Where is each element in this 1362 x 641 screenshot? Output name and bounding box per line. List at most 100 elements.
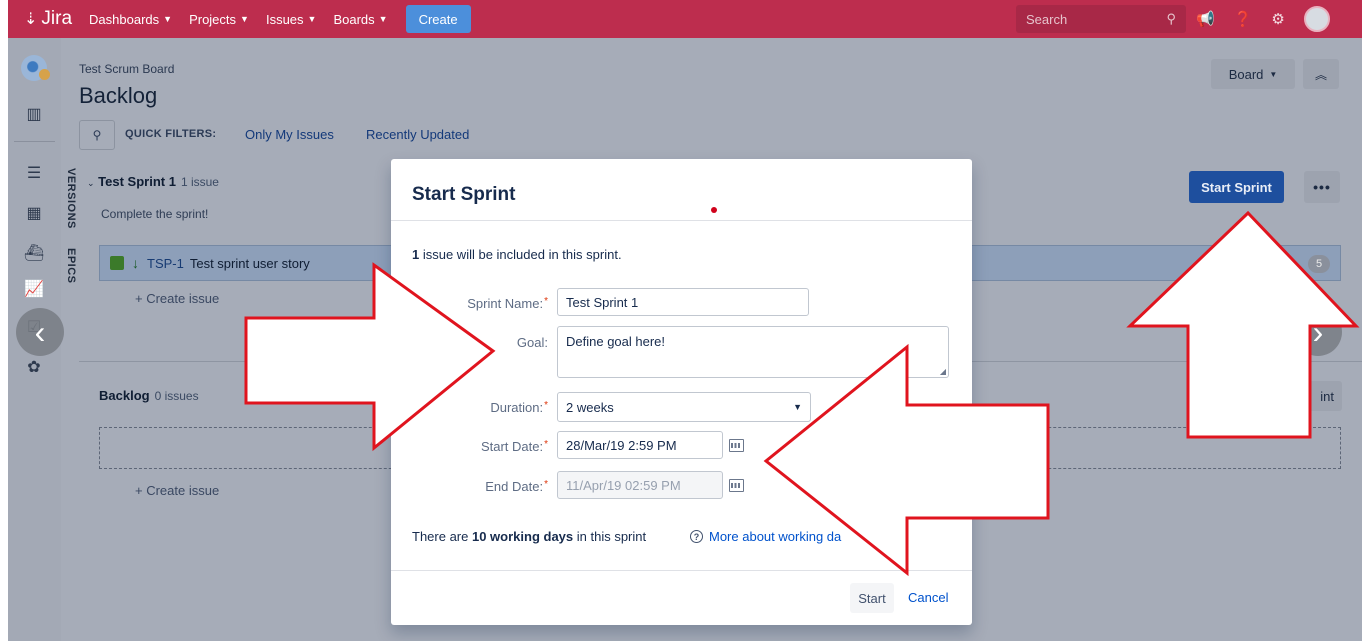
start-button[interactable]: Start <box>850 583 894 613</box>
working-days-text: There are 10 working days in this sprint <box>412 529 646 544</box>
start-sprint-button[interactable]: Start Sprint <box>1189 171 1284 203</box>
goal-value: Define goal here! <box>566 334 666 349</box>
question-icon: ? <box>690 530 703 543</box>
rail-divider <box>14 141 55 142</box>
sprint-name-field[interactable]: Test Sprint 1 <box>557 288 809 316</box>
versions-tab[interactable]: VERSIONS <box>61 168 77 229</box>
jira-logo-icon: ⇣ <box>24 11 38 28</box>
search-input[interactable]: Search ⚲ <box>1016 5 1186 33</box>
start-sprint-dialog: Start Sprint 1 issue will be included in… <box>391 159 972 625</box>
chevron-down-icon: ▼ <box>240 14 249 24</box>
start-date-field[interactable]: 28/Mar/19 2:59 PM <box>557 431 723 459</box>
top-navigation: ⇣ Jira Dashboards ▼ Projects ▼ Issues ▼ … <box>0 0 1362 38</box>
cursor-dot <box>711 207 717 213</box>
cancel-link[interactable]: Cancel <box>908 590 948 605</box>
carousel-prev-button[interactable]: ‹ <box>16 308 64 356</box>
search-icon: ⚲ <box>92 128 102 142</box>
releases-icon[interactable]: ⛴ <box>23 242 45 264</box>
backlog-header[interactable]: Backlog 0 issues <box>99 388 199 403</box>
working-prefix: There are <box>412 529 472 544</box>
backlog-icon[interactable]: ☰ <box>23 162 45 184</box>
page-title: Backlog <box>79 83 158 108</box>
filter-recently-updated[interactable]: Recently Updated <box>366 127 469 142</box>
sprint-header[interactable]: ⌄ Test Sprint 1 1 issue <box>87 174 219 189</box>
sprint-issue-count: 1 issue <box>180 175 219 189</box>
backlog-issue-count: 0 issues <box>154 389 199 403</box>
chevron-down-icon: ▼ <box>307 14 317 24</box>
sprint-name-label-text: Sprint Name: <box>467 296 544 311</box>
end-date-field: 11/Apr/19 02:59 PM <box>557 471 723 499</box>
chevron-down-icon: ⌄ <box>87 178 95 188</box>
active-sprints-icon[interactable]: ▦ <box>23 202 45 224</box>
filter-only-my-issues[interactable]: Only My Issues <box>245 127 334 142</box>
create-issue-link-sprint[interactable]: + Create issue <box>135 291 219 306</box>
jira-logo[interactable]: ⇣ Jira <box>24 8 72 30</box>
chevron-left-icon: ‹ <box>34 313 46 350</box>
filter-search-button[interactable]: ⚲ <box>79 120 115 150</box>
nav-dashboards-label: Dashboards <box>89 11 160 27</box>
story-icon <box>110 256 124 270</box>
create-button[interactable]: Create <box>405 5 471 33</box>
issue-key[interactable]: TSP-1 <box>147 256 184 271</box>
working-days-count: 10 working days <box>471 529 574 544</box>
create-sprint-button[interactable]: int <box>1292 381 1342 411</box>
chevron-down-icon: ▼ <box>163 14 173 24</box>
required-marker: * <box>544 400 548 411</box>
required-marker: * <box>544 296 548 307</box>
avatar-badge <box>39 69 50 80</box>
project-avatar[interactable] <box>21 55 50 81</box>
required-marker: * <box>544 479 548 490</box>
duration-value: 2 weeks <box>566 399 614 415</box>
goal-label: Goal: <box>516 335 548 350</box>
search-icon: ⚲ <box>1166 11 1176 26</box>
nav-issues[interactable]: Issues ▼ <box>266 12 317 27</box>
end-date-label-text: End Date: <box>485 479 544 494</box>
nav-projects-label: Projects <box>189 11 237 27</box>
quick-filters-label: QUICK FILTERS: <box>125 128 217 140</box>
resize-handle-icon[interactable]: ◢ <box>940 367 946 376</box>
nav-dashboards[interactable]: Dashboards ▼ <box>89 12 172 27</box>
duration-label: Duration:* <box>490 400 548 415</box>
reports-icon[interactable]: 📈 <box>23 278 45 300</box>
caret-down-icon: ▼ <box>1269 69 1278 79</box>
user-avatar[interactable] <box>1303 6 1330 32</box>
help-icon[interactable]: ❓ <box>1234 10 1253 28</box>
carousel-next-button[interactable]: › <box>1294 308 1342 356</box>
gear-icon[interactable]: ⚙ <box>1271 10 1284 28</box>
board-menu-button[interactable]: Board ▼ <box>1211 59 1295 89</box>
help-link-text: More about working da <box>709 529 842 544</box>
required-marker: * <box>544 439 548 450</box>
create-issue-link-backlog[interactable]: + Create issue <box>135 483 219 498</box>
caret-down-icon: ▼ <box>793 402 802 412</box>
collapse-header-button[interactable]: ︽ <box>1303 59 1339 89</box>
nav-boards[interactable]: Boards ▼ <box>333 12 387 27</box>
sprint-name: Test Sprint 1 <box>98 174 176 189</box>
nav-boards-label: Boards <box>333 11 375 27</box>
start-date-label-text: Start Date: <box>480 439 544 454</box>
start-date-label: Start Date:* <box>481 439 548 454</box>
duration-select[interactable]: 2 weeks ▼ <box>557 392 811 422</box>
chevrons-up-icon: ︽ <box>1314 67 1327 82</box>
calendar-icon[interactable] <box>728 476 744 492</box>
chevron-right-icon: › <box>1312 313 1324 350</box>
add-ons-icon[interactable]: ✿ <box>23 356 45 378</box>
megaphone-icon[interactable]: 📢 <box>1196 10 1215 28</box>
epics-tab[interactable]: EPICS <box>61 248 77 284</box>
goal-field[interactable]: Define goal here! ◢ <box>557 326 949 378</box>
duration-label-text: Duration: <box>490 400 544 415</box>
left-edge <box>0 38 8 641</box>
left-padding <box>0 0 8 38</box>
breadcrumb[interactable]: Test Scrum Board <box>79 62 174 76</box>
board-icon[interactable]: ▥ <box>23 103 45 125</box>
calendar-icon[interactable] <box>728 436 744 452</box>
working-days-help-link[interactable]: ? More about working da <box>690 529 841 544</box>
nav-projects[interactable]: Projects ▼ <box>189 12 249 27</box>
chevron-down-icon: ▼ <box>378 14 388 24</box>
dialog-info: 1 issue will be included in this sprint. <box>412 247 622 262</box>
story-points-badge: 5 <box>1308 255 1330 273</box>
issue-summary: Test sprint user story <box>189 255 310 271</box>
backlog-name: Backlog <box>99 388 150 403</box>
dialog-footer-divider <box>391 570 972 571</box>
nav-issues-label: Issues <box>265 11 304 27</box>
more-actions-button[interactable]: ••• <box>1304 171 1340 203</box>
